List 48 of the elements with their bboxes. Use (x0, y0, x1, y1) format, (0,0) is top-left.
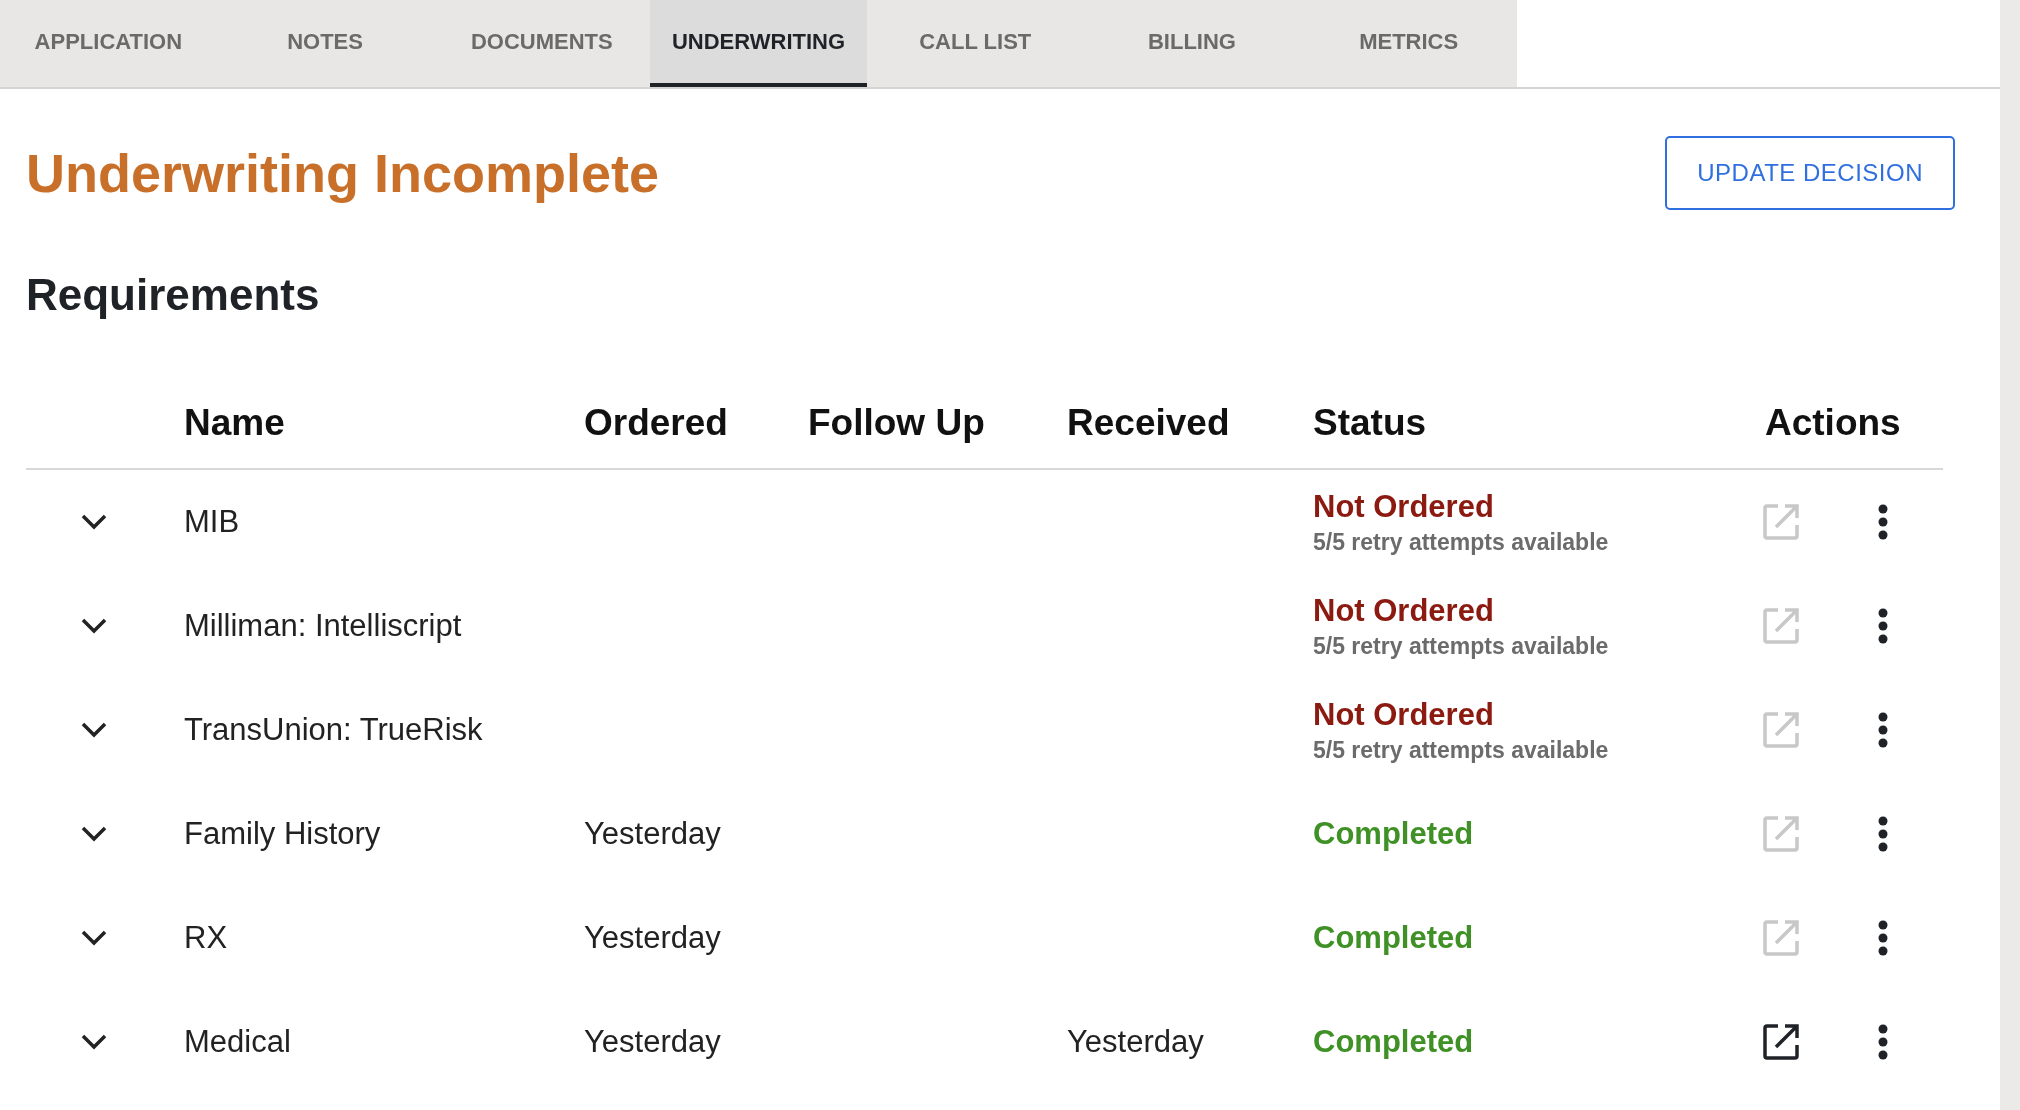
column-header: Name (184, 402, 286, 444)
more-options-icon[interactable] (1877, 504, 1889, 540)
chevron-down-icon[interactable] (80, 513, 108, 531)
more-options-icon[interactable] (1877, 608, 1889, 644)
more-options-icon[interactable] (1877, 816, 1889, 852)
status-label: Completed (1313, 920, 1475, 956)
tab[interactable]: BILLING (1083, 0, 1301, 87)
table-cell-text: Yesterday (584, 1024, 722, 1060)
chevron-down-icon[interactable] (80, 929, 108, 947)
page-title: Underwriting Incomplete (26, 142, 660, 204)
status-label: Completed (1313, 1024, 1475, 1060)
tab[interactable]: NOTES (216, 0, 434, 87)
chevron-down-icon[interactable] (80, 617, 108, 635)
table-cell-text: Yesterday (584, 920, 722, 956)
table-cell-text: Family History (184, 816, 382, 852)
external-link-icon[interactable] (1762, 1023, 1800, 1061)
status-note: 5/5 retry attempts available (1313, 632, 1610, 660)
chevron-down-icon[interactable] (80, 825, 108, 843)
column-header: Received (1067, 402, 1231, 444)
table-cell-text: Milliman: Intelliscript (184, 608, 463, 644)
chevron-down-icon[interactable] (80, 721, 108, 739)
table-cell-text: Yesterday (1067, 1024, 1205, 1060)
tab[interactable]: UNDERWRITING (650, 0, 867, 87)
more-options-icon[interactable] (1877, 712, 1889, 748)
column-header: Status (1313, 402, 1428, 444)
tab[interactable]: DOCUMENTS (433, 0, 651, 87)
status-label: Not Ordered (1313, 696, 1495, 733)
column-header: Actions (1764, 402, 1901, 444)
update-decision-button[interactable]: UPDATE DECISION (1665, 136, 1955, 210)
more-options-icon[interactable] (1877, 920, 1889, 956)
table-cell-text: RX (184, 920, 229, 956)
status-note: 5/5 retry attempts available (1313, 736, 1610, 764)
tab[interactable]: METRICS (1300, 0, 1518, 87)
section-title: Requirements (25, 269, 321, 320)
status-label: Not Ordered (1313, 488, 1495, 525)
column-header: Ordered (584, 402, 729, 444)
chevron-down-icon[interactable] (80, 1033, 108, 1051)
column-header: Follow Up (808, 402, 986, 444)
table-cell-text: Yesterday (584, 816, 722, 852)
table-cell-text: MIB (184, 504, 241, 540)
table-cell-text: Medical (184, 1024, 292, 1060)
status-label: Not Ordered (1313, 592, 1495, 629)
status-label: Completed (1313, 816, 1475, 852)
table-cell-text: TransUnion: TrueRisk (184, 712, 484, 748)
status-note: 5/5 retry attempts available (1313, 528, 1610, 556)
tab[interactable]: APPLICATION (0, 0, 217, 87)
tab[interactable]: CALL LIST (866, 0, 1084, 87)
more-options-icon[interactable] (1877, 1024, 1889, 1060)
